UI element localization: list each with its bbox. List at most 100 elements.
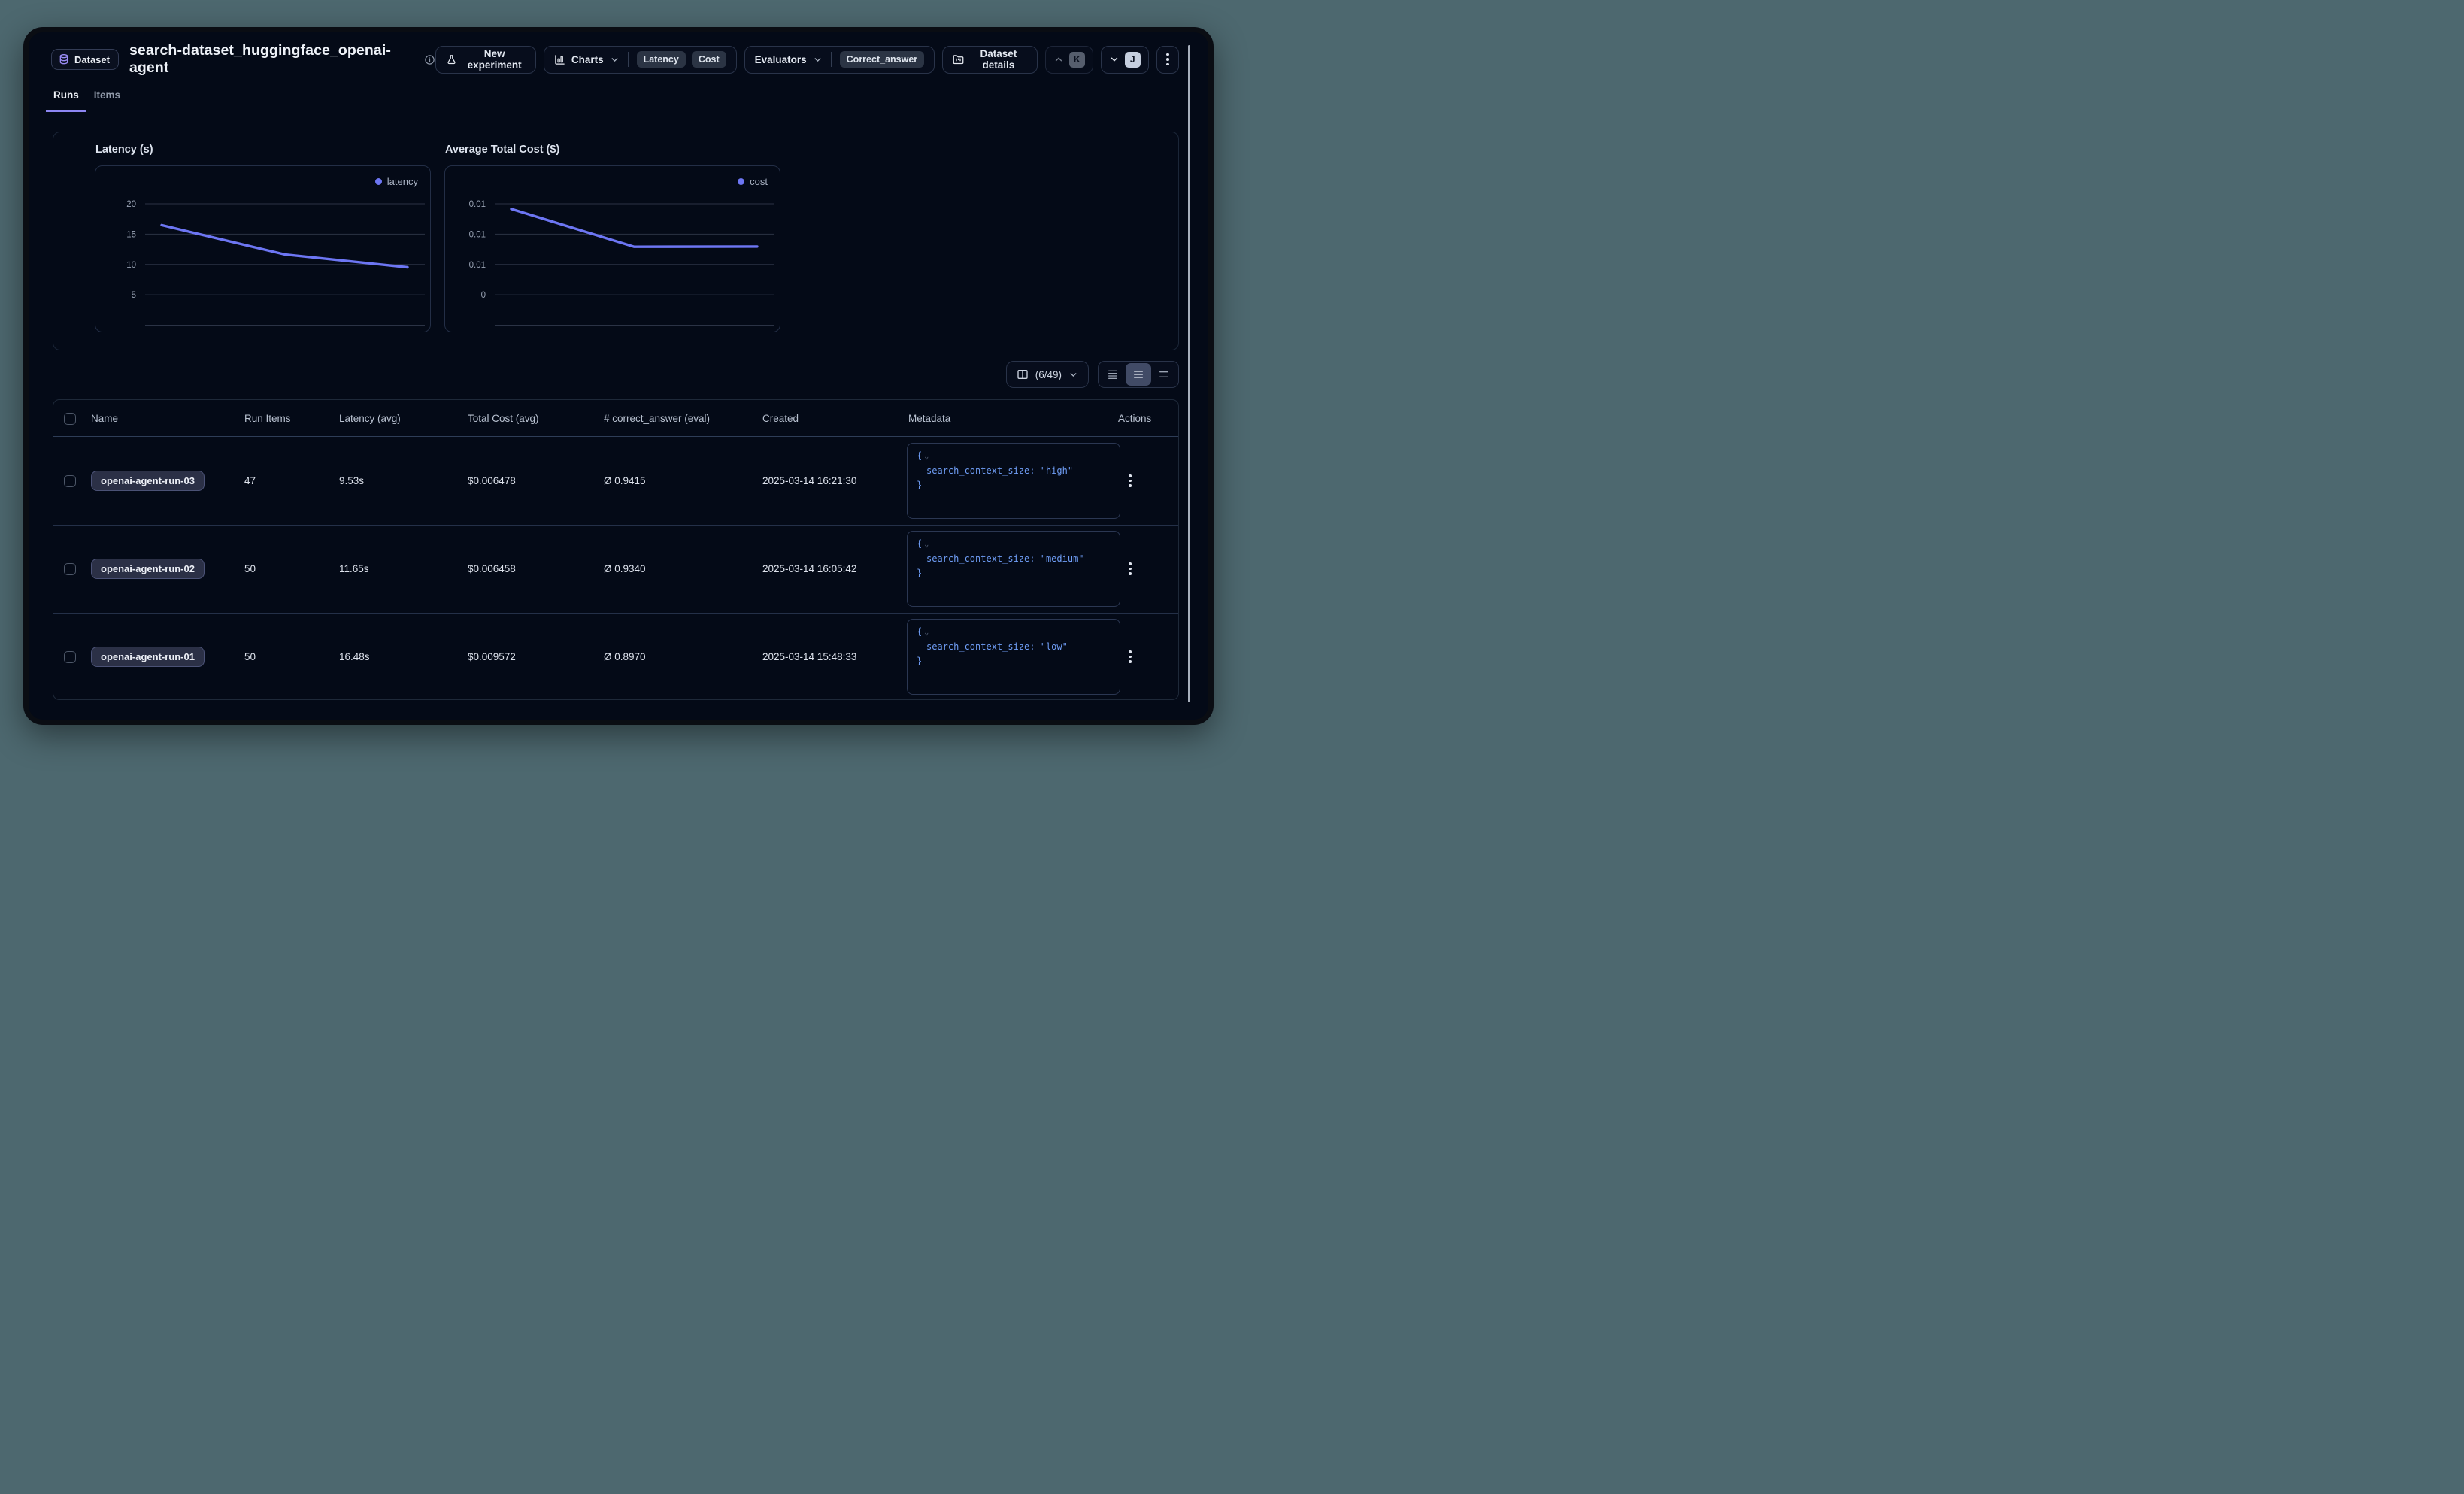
divider: [831, 52, 832, 67]
next-run-button[interactable]: J: [1101, 46, 1149, 74]
chart-legend: cost: [738, 176, 768, 187]
latency-value: 9.53s: [339, 437, 364, 525]
json-value: "medium": [1041, 553, 1084, 564]
svg-text:15: 15: [126, 230, 136, 239]
legend-label: latency: [387, 176, 418, 187]
chart-chip-latency[interactable]: Latency: [637, 51, 686, 68]
table-row: openai-agent-run-01 50 16.48s $0.009572 …: [53, 613, 1178, 701]
row-actions-menu-button[interactable]: [1124, 558, 1136, 580]
created-value: 2025-03-14 16:05:42: [762, 525, 856, 613]
json-brace: {: [917, 538, 922, 549]
collapse-chevron-icon[interactable]: ⌄: [924, 629, 929, 637]
evaluators-dropdown-button[interactable]: Evaluators Correct_answer: [744, 46, 935, 74]
legend-dot: [738, 178, 744, 185]
cost-chart: 0.010.010.010 cost: [444, 165, 780, 332]
created-value: 2025-03-14 15:48:33: [762, 613, 856, 701]
latency-value: 11.65s: [339, 525, 369, 613]
divider: [628, 52, 629, 67]
col-header-correct-answer[interactable]: # correct_answer (eval): [604, 400, 710, 437]
created-value: 2025-03-14 16:21:30: [762, 437, 856, 525]
window-scrollbar[interactable]: [1188, 45, 1190, 702]
row-height-toggle-group: [1098, 361, 1179, 388]
new-experiment-button[interactable]: New experiment: [435, 46, 535, 74]
row-height-large-button[interactable]: [1151, 363, 1177, 386]
chart-legend: latency: [375, 176, 418, 187]
evaluators-label: Evaluators: [755, 54, 807, 65]
table-row: openai-agent-run-03 47 9.53s $0.006478 Ø…: [53, 437, 1178, 525]
json-key: search_context_size:: [926, 465, 1035, 476]
run-name-chip[interactable]: openai-agent-run-03: [91, 471, 205, 491]
tab-items[interactable]: Items: [86, 89, 128, 112]
chart-chip-cost[interactable]: Cost: [692, 51, 726, 68]
header-more-menu-button[interactable]: [1156, 46, 1179, 74]
json-key: search_context_size:: [926, 641, 1035, 652]
svg-text:0.01: 0.01: [469, 230, 486, 239]
metadata-json-box: {⌄ search_context_size: "medium" }: [907, 531, 1120, 607]
select-all-checkbox-cell: [64, 400, 76, 437]
row-checkbox[interactable]: [64, 651, 76, 663]
run-name-chip[interactable]: openai-agent-run-01: [91, 647, 205, 667]
svg-text:10: 10: [126, 261, 136, 270]
run-name-chip[interactable]: openai-agent-run-02: [91, 559, 205, 579]
metadata-json-box: {⌄ search_context_size: "low" }: [907, 619, 1120, 695]
column-visibility-button[interactable]: (6/49): [1006, 361, 1089, 388]
prev-run-button[interactable]: K: [1045, 46, 1093, 74]
evaluator-chip-correct-answer[interactable]: Correct_answer: [840, 51, 925, 68]
tab-runs[interactable]: Runs: [46, 89, 86, 112]
run-items-value: 50: [244, 613, 256, 701]
charts-label: Charts: [571, 54, 604, 65]
correct-answer-value: Ø 0.8970: [604, 613, 646, 701]
rows-tall-icon: [1158, 368, 1170, 380]
new-experiment-label: New experiment: [463, 48, 525, 71]
app-window: Dataset search-dataset_huggingface_opena…: [23, 27, 1214, 725]
col-header-actions: Actions: [1118, 400, 1151, 437]
total-cost-value: $0.006478: [468, 437, 516, 525]
table-controls: (6/49): [1006, 361, 1179, 388]
run-items-value: 47: [244, 437, 256, 525]
svg-text:0.01: 0.01: [469, 200, 486, 209]
select-all-checkbox[interactable]: [64, 413, 76, 425]
info-icon[interactable]: [424, 54, 435, 65]
col-header-total-cost[interactable]: Total Cost (avg): [468, 400, 539, 437]
rows-dense-icon: [1107, 368, 1119, 380]
bar-chart-icon: [554, 54, 565, 65]
json-brace: {: [917, 626, 922, 637]
col-header-run-items[interactable]: Run Items: [244, 400, 291, 437]
tabbar: Runs Items: [29, 76, 1208, 111]
total-cost-value: $0.006458: [468, 525, 516, 613]
col-header-created[interactable]: Created: [762, 400, 799, 437]
row-height-small-button[interactable]: [1100, 363, 1126, 386]
svg-text:20: 20: [126, 200, 136, 209]
table-header-row: Name Run Items Latency (avg) Total Cost …: [53, 400, 1178, 437]
chevron-up-icon: [1053, 54, 1064, 65]
charts-dropdown-button[interactable]: Charts Latency Cost: [544, 46, 737, 74]
table-row: openai-agent-run-02 50 11.65s $0.006458 …: [53, 525, 1178, 613]
row-actions-menu-button[interactable]: [1124, 470, 1136, 492]
collapse-chevron-icon[interactable]: ⌄: [924, 541, 929, 549]
row-actions-menu-button[interactable]: [1124, 646, 1136, 668]
row-checkbox[interactable]: [64, 563, 76, 575]
dataset-badge-label: Dataset: [74, 54, 110, 65]
col-header-latency[interactable]: Latency (avg): [339, 400, 401, 437]
collapse-chevron-icon[interactable]: ⌄: [924, 453, 929, 461]
legend-dot: [375, 178, 382, 185]
json-brace: }: [917, 656, 922, 666]
row-height-medium-button[interactable]: [1126, 363, 1151, 386]
chevron-down-icon: [1068, 370, 1078, 380]
chevron-down-icon: [1109, 54, 1120, 65]
col-header-name[interactable]: Name: [91, 400, 118, 437]
json-key: search_context_size:: [926, 553, 1035, 564]
chevron-down-icon: [610, 55, 620, 65]
latency-value: 16.48s: [339, 613, 370, 701]
row-checkbox[interactable]: [64, 475, 76, 487]
svg-text:0.01: 0.01: [469, 261, 486, 270]
charts-panel: Latency (s) 2015105 latency Average Tota…: [53, 132, 1179, 350]
json-value: "high": [1041, 465, 1073, 476]
dataset-details-button[interactable]: Dataset details: [942, 46, 1038, 74]
col-header-metadata[interactable]: Metadata: [908, 400, 950, 437]
chevron-down-icon: [813, 55, 823, 65]
metadata-json-box: {⌄ search_context_size: "high" }: [907, 443, 1120, 519]
legend-label: cost: [750, 176, 768, 187]
chart-title-cost: Average Total Cost ($): [445, 144, 559, 156]
correct-answer-value: Ø 0.9415: [604, 437, 646, 525]
